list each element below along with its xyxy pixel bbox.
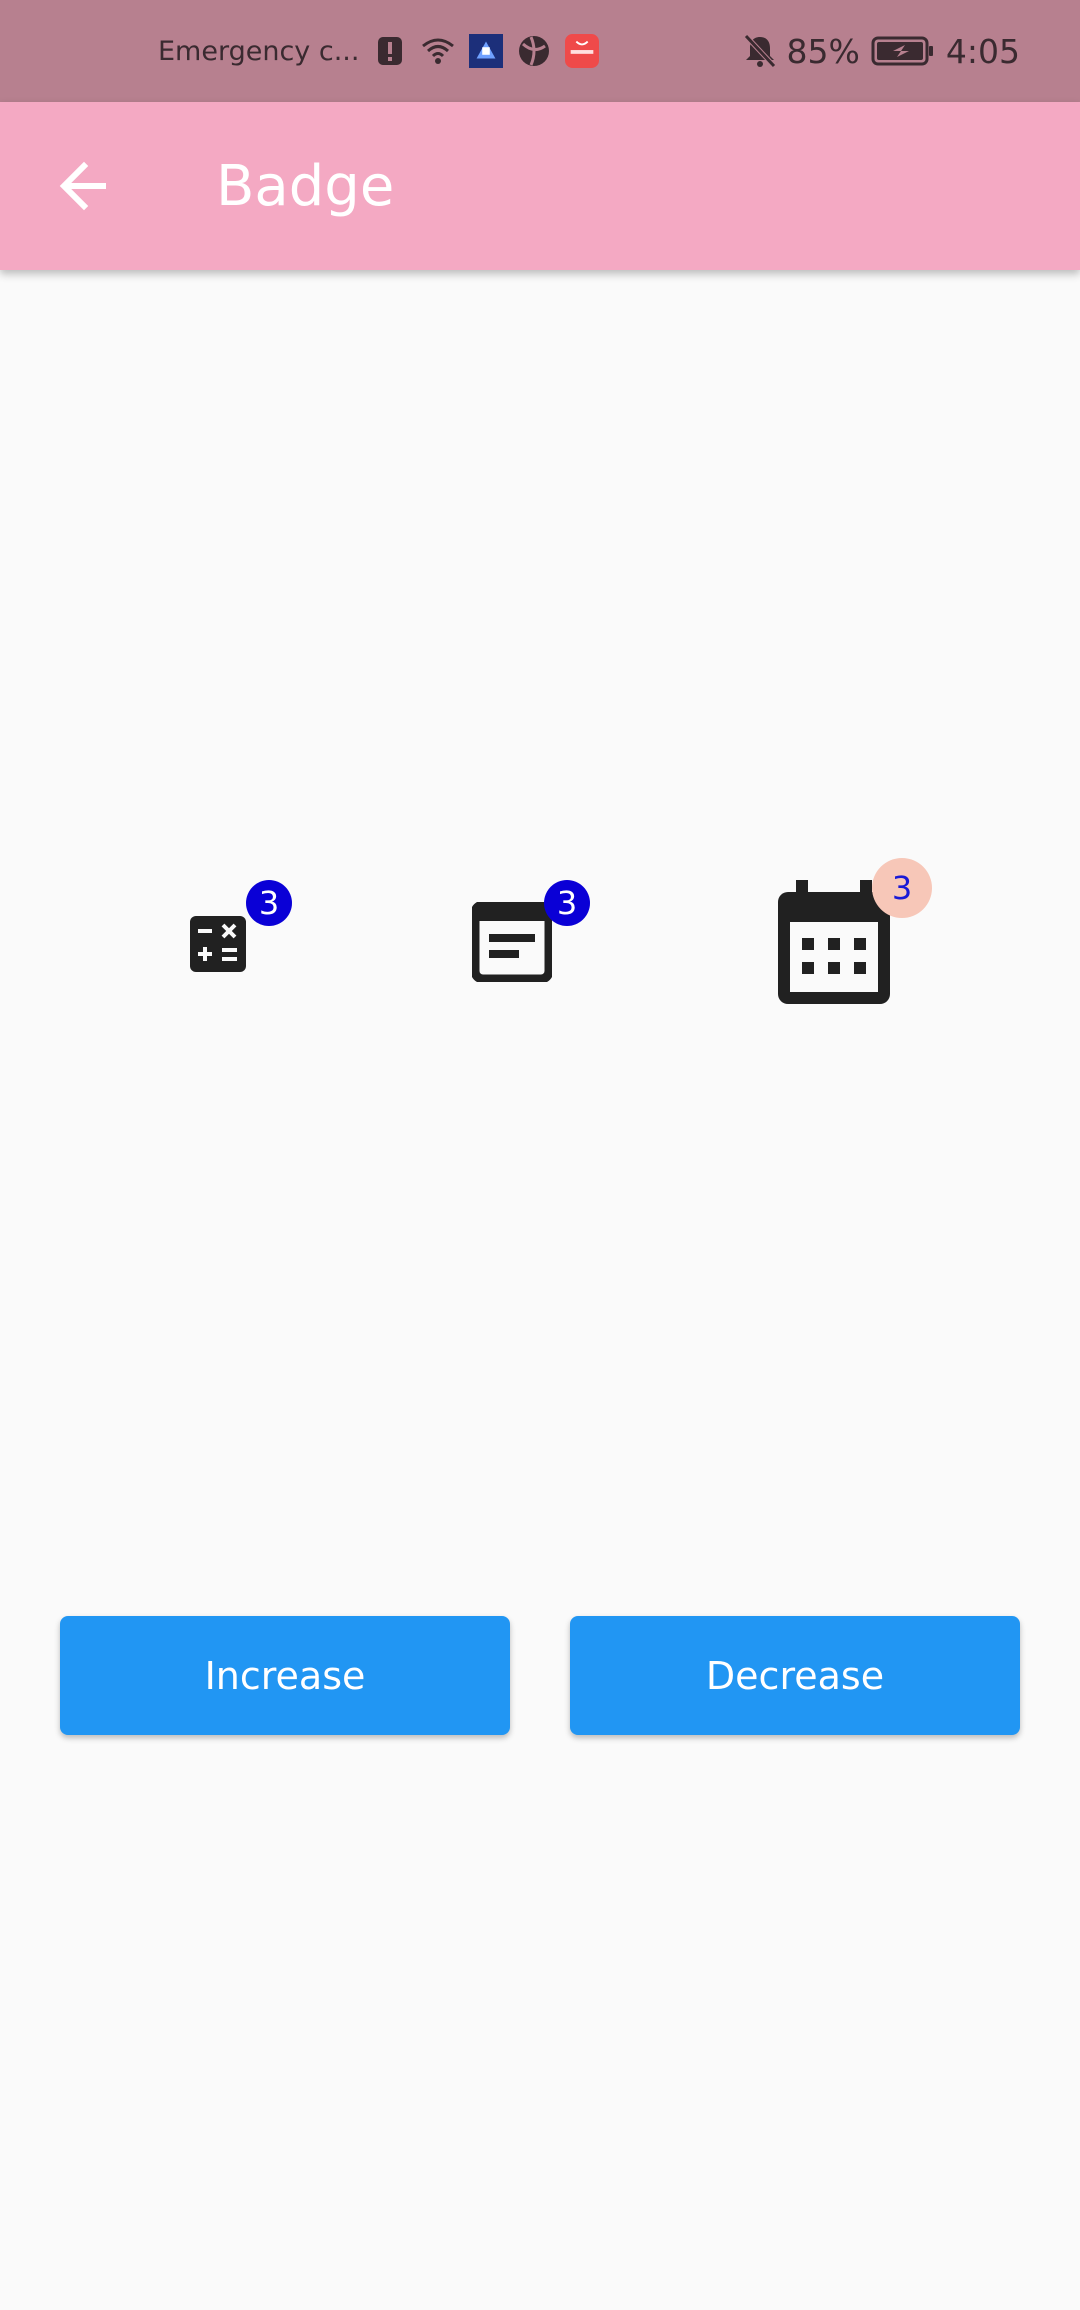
browser-icon [517,34,551,68]
carrier-text: Emergency c... [158,35,360,67]
calculator-badge-count: 3 [258,884,280,922]
wifi-icon [421,34,455,68]
page-title: Badge [216,153,395,219]
back-button[interactable] [50,152,118,220]
app-notification-icon [469,34,504,68]
decrease-button[interactable]: Decrease [570,1616,1020,1735]
notifications-off-icon [743,34,777,68]
article-badge: 3 [544,880,590,926]
calendar-badge-count: 3 [891,869,913,907]
status-bar: Emergency c... 85% 4:05 [0,0,1080,102]
huawei-store-icon [565,34,600,68]
article-badge-item[interactable]: 3 [472,880,592,990]
article-badge-count: 3 [556,884,578,922]
calculator-badge-item[interactable]: 3 [190,880,300,980]
clock: 4:05 [945,31,1020,71]
calendar-badge-item[interactable]: 3 [776,858,936,1008]
status-bar-left: Emergency c... [158,0,600,102]
status-bar-right: 85% 4:05 [743,0,1020,102]
calculator-badge: 3 [246,880,292,926]
alert-icon [373,34,407,68]
app-bar: Badge [0,102,1080,270]
calculator-icon [190,916,246,972]
calendar-badge: 3 [872,858,932,918]
article-icon [472,902,552,982]
battery-charging-icon [870,34,936,68]
arrow-back-icon [59,161,106,211]
battery-percent: 85% [786,31,860,71]
increase-button[interactable]: Increase [60,1616,510,1735]
